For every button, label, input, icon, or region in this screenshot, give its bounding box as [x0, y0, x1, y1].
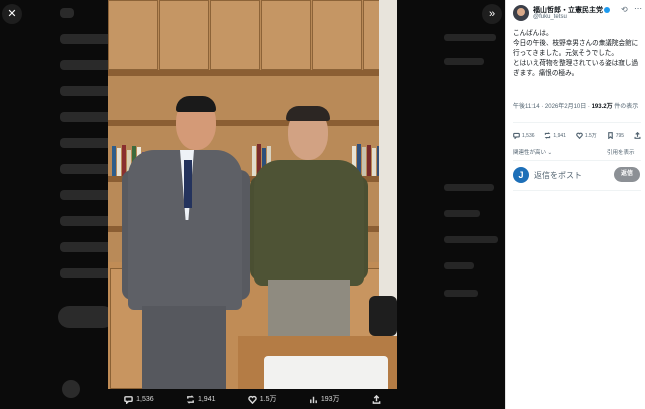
person-right-hair [286, 106, 330, 121]
divider [513, 122, 641, 123]
share-icon [372, 394, 381, 404]
views-count: 193万 [320, 396, 340, 403]
author-handle[interactable]: @fuku_tetsu [533, 14, 567, 20]
reply-stat[interactable]: 1,536 [513, 132, 535, 139]
views-icon [309, 396, 317, 403]
post-time[interactable]: 午後11:14 · 2026年2月10日 · [513, 104, 592, 110]
author-name-text: 福山哲郎・立憲民主党 [533, 7, 603, 14]
post-meta: 午後11:14 · 2026年2月10日 · 193.2万 件の表示 [513, 101, 638, 110]
collapse-panel-button[interactable]: » [482, 4, 502, 24]
post-detail-panel: 福山哲郎・立憲民主党 @fuku_tetsu ⟲ ⋯ こんばんは。 今日の午後、… [505, 0, 645, 409]
reply-stat-count: 1,536 [522, 132, 535, 139]
bookmark-icon [607, 132, 613, 139]
reply-icon [124, 395, 133, 404]
ghost-account-avatar [62, 380, 80, 398]
sort-dropdown[interactable]: 関連性が高い ⌄ [513, 148, 552, 156]
divider [513, 190, 641, 191]
like-stat[interactable]: 1.5万 [576, 132, 597, 139]
post-views-suffix: 件の表示 [612, 104, 639, 110]
double-chevron-right-icon: » [488, 8, 496, 20]
repost-stat[interactable]: 1,941 [544, 132, 566, 139]
like-action[interactable]: 1.5万 [248, 394, 277, 404]
view-quotes-link[interactable]: 引用を表示 [607, 148, 635, 156]
post-views-count: 193.2万 [591, 104, 613, 110]
person-right-sweater [254, 160, 364, 286]
person-left-trousers [142, 306, 226, 389]
post-stats: 1,536 1,941 1.5万 795 [513, 132, 641, 139]
printer [264, 356, 388, 389]
reply-input[interactable]: 返信をポスト [534, 170, 582, 181]
reply-action[interactable]: 1,536 [124, 395, 154, 404]
views-action[interactable]: 193万 [309, 394, 340, 404]
more-options-icon[interactable]: ⋯ [634, 4, 642, 13]
reply-button[interactable]: 返信 [614, 167, 640, 182]
like-icon [248, 395, 257, 404]
author-avatar[interactable] [513, 5, 529, 21]
like-count: 1.5万 [259, 396, 277, 403]
office-chair [369, 296, 397, 336]
ghost-post-button [58, 306, 114, 328]
person-left-tie [184, 160, 192, 208]
share-stat[interactable] [634, 132, 641, 139]
reply-count: 1,536 [136, 395, 154, 403]
media-viewer: ✕ » 1,536 1,941 1.5万 193万 福山哲郎・立憲民主党 @fu… [0, 0, 645, 409]
ghost-right-column [400, 0, 505, 409]
person-left-hair [176, 96, 216, 112]
media-action-bar: 1,536 1,941 1.5万 193万 [108, 389, 397, 409]
bookmark-stat[interactable]: 795 [607, 132, 624, 139]
chevron-down-icon: ⌄ [547, 150, 553, 156]
share-action[interactable] [372, 394, 381, 404]
repost-icon [545, 132, 551, 139]
reply-user-avatar: J [513, 167, 529, 183]
reply-icon [513, 132, 520, 139]
like-icon [576, 132, 583, 139]
like-stat-count: 1.5万 [584, 133, 597, 139]
divider [513, 160, 641, 161]
grok-icon[interactable]: ⟲ [621, 5, 628, 14]
post-photo[interactable] [108, 0, 397, 389]
repost-action[interactable]: 1,941 [186, 394, 216, 404]
repost-count: 1,941 [197, 395, 216, 403]
ghost-nav [54, 0, 120, 340]
verified-badge-icon [604, 7, 610, 14]
repost-stat-count: 1,941 [553, 132, 566, 139]
close-button[interactable]: ✕ [2, 4, 22, 24]
close-icon: ✕ [7, 8, 17, 20]
sort-dropdown-label: 関連性が高い [513, 150, 547, 156]
share-icon [634, 132, 641, 139]
post-text: こんばんは。 今日の午後、枝野幸男さんの衆議院会館に行ってきました。元気そうでし… [513, 30, 639, 77]
bookmark-stat-count: 795 [615, 132, 625, 139]
repost-icon [186, 394, 195, 404]
